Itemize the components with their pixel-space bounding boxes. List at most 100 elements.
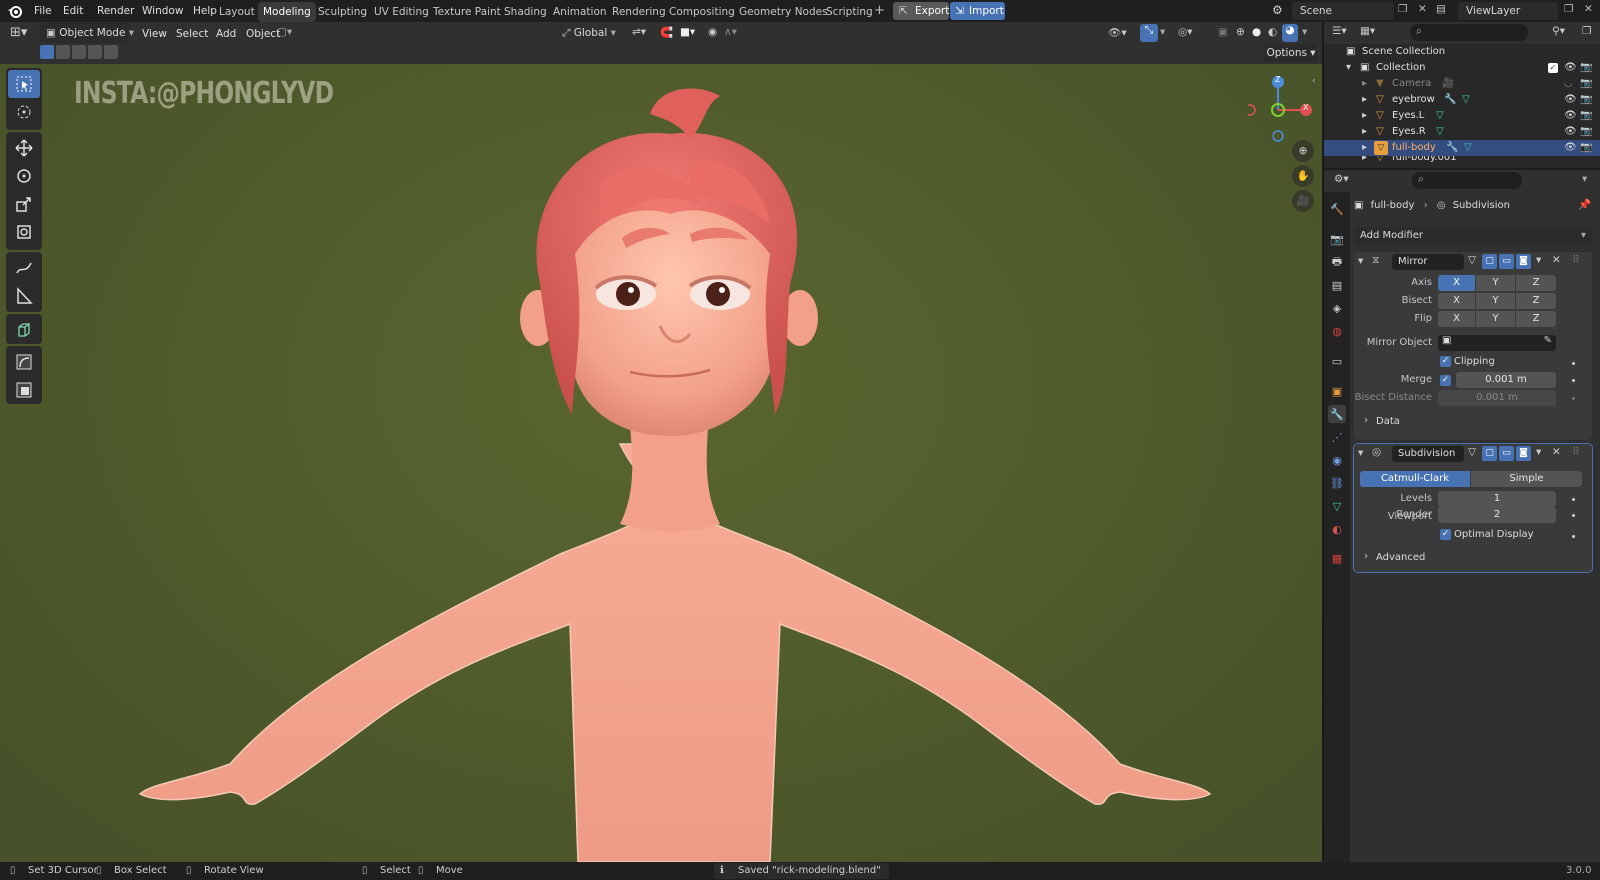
eye-icon[interactable]: 👁: [1564, 92, 1577, 108]
outliner-item-full-body[interactable]: ▸ ▽ full-body 🔧 ▽ 👁 📷: [1324, 140, 1600, 156]
select-new-icon[interactable]: [40, 45, 54, 59]
material-tab-icon[interactable]: ◐: [1328, 520, 1346, 538]
outliner-search-input[interactable]: ⌕: [1410, 24, 1528, 41]
tool-tab-icon[interactable]: 🔨: [1328, 200, 1346, 218]
data-tab-icon[interactable]: ▽: [1328, 497, 1346, 515]
menu-view[interactable]: View: [136, 25, 173, 43]
gizmo-dropdown-icon[interactable]: ▾: [1160, 26, 1165, 38]
collapse-icon[interactable]: ▾: [1358, 447, 1363, 459]
filter-icon[interactable]: ⚲▾: [1552, 25, 1565, 37]
snap-icon[interactable]: 🧲: [660, 26, 673, 39]
eye-icon[interactable]: ◡: [1564, 76, 1573, 92]
render-tab-icon[interactable]: 📷: [1328, 230, 1346, 248]
render-camera-icon[interactable]: 📷: [1580, 108, 1592, 124]
eye-icon[interactable]: 👁: [1564, 140, 1577, 156]
mode-selector[interactable]: ▣ Object Mode ▾: [40, 23, 134, 43]
keyframe-dot[interactable]: [1572, 397, 1575, 400]
tab-modeling[interactable]: Modeling: [258, 2, 316, 22]
levels-viewport-field[interactable]: 1: [1438, 491, 1556, 507]
axis-x-toggle[interactable]: X: [1438, 275, 1475, 291]
tab-geometry-nodes[interactable]: Geometry Nodes: [734, 2, 833, 22]
blender-logo-icon[interactable]: [7, 3, 23, 19]
zoom-icon[interactable]: ⊕: [1292, 140, 1314, 162]
mirror-name-field[interactable]: Mirror: [1392, 254, 1464, 270]
menu-add[interactable]: Add: [210, 25, 242, 43]
shading-dropdown-icon[interactable]: ▾: [1302, 26, 1307, 38]
copy-scene-icon[interactable]: ❐: [1398, 3, 1407, 15]
snap-target-icon[interactable]: ■▾: [680, 26, 695, 38]
export-button[interactable]: ⇱ Export: [893, 2, 949, 20]
viewport-toggle-icon[interactable]: ▭: [1499, 446, 1514, 461]
cursor-tool[interactable]: [8, 98, 40, 126]
viewport-toggle-icon[interactable]: ▭: [1499, 254, 1514, 269]
scale-tool[interactable]: [8, 190, 40, 218]
eye-icon[interactable]: 👁: [1564, 124, 1577, 140]
exclude-checkbox[interactable]: ✓: [1548, 63, 1558, 73]
panel-options-icon[interactable]: ▾: [1582, 173, 1587, 185]
render-camera-icon[interactable]: 📷: [1580, 140, 1592, 156]
keyframe-dot[interactable]: [1572, 514, 1575, 517]
advanced-subpanel-label[interactable]: Advanced: [1376, 550, 1425, 566]
tab-compositing[interactable]: Compositing: [664, 2, 740, 22]
collection-tab-icon[interactable]: ▭: [1328, 352, 1346, 370]
select-invert-icon[interactable]: [88, 45, 102, 59]
add-modifier-button[interactable]: Add Modifier ▾: [1354, 227, 1592, 245]
measure-tool[interactable]: [8, 282, 40, 310]
outliner-editor-icon[interactable]: ☰▾: [1332, 25, 1347, 37]
3d-viewport[interactable]: INSTA:@PHONGLYVD Z X ⊕ ✋ 🎥 ‹: [0, 64, 1322, 862]
keyframe-dot[interactable]: [1572, 379, 1575, 382]
collapse-icon[interactable]: ▾: [1358, 255, 1363, 267]
scene-selector[interactable]: Scene: [1292, 2, 1394, 20]
mirror-object-field[interactable]: ▣ ✎: [1438, 335, 1556, 351]
select-intersect-icon[interactable]: [104, 45, 118, 59]
camera-view-icon[interactable]: 🎥: [1292, 190, 1314, 212]
outliner-item-camera[interactable]: ▸ ▼ Camera 🎥 ◡ 📷: [1324, 76, 1600, 92]
keyframe-dot[interactable]: [1572, 535, 1575, 538]
keyframe-dot[interactable]: [1572, 362, 1575, 365]
cage-toggle-icon[interactable]: ▢: [1482, 254, 1497, 269]
character-model[interactable]: [0, 64, 1322, 862]
spin-tool[interactable]: [8, 376, 40, 404]
options-button[interactable]: Options ▾: [1264, 44, 1318, 62]
add-workspace-icon[interactable]: +: [874, 3, 885, 18]
chevron-down-icon[interactable]: ▾: [1536, 254, 1541, 266]
eyedropper-icon[interactable]: ✎: [1544, 335, 1552, 346]
render-camera-icon[interactable]: 📷: [1580, 124, 1592, 140]
tab-rendering[interactable]: Rendering: [607, 2, 671, 22]
remove-view-layer-icon[interactable]: ✕: [1584, 3, 1593, 15]
add-cube-tool[interactable]: [8, 316, 40, 344]
merge-distance-field[interactable]: 0.001 m: [1456, 372, 1556, 388]
scene-icon[interactable]: ⚙: [1272, 3, 1283, 17]
collapse-sidebar-icon[interactable]: ‹: [1312, 76, 1316, 86]
overlay-icon[interactable]: ◎▾: [1178, 26, 1192, 38]
navigation-gizmo[interactable]: Z Y X: [1244, 72, 1318, 142]
render-camera-icon[interactable]: 📷: [1580, 60, 1592, 76]
falloff-icon[interactable]: ∧▾: [724, 26, 737, 38]
rotate-tool[interactable]: [8, 162, 40, 190]
object-tab-icon[interactable]: ▣: [1328, 382, 1346, 400]
menu-render[interactable]: Render: [91, 2, 140, 20]
transform-tool[interactable]: [8, 218, 40, 246]
menu-select[interactable]: Select: [170, 25, 214, 43]
bisect-distance-field[interactable]: 0.001 m: [1438, 390, 1556, 406]
outliner-scene-collection[interactable]: ▣ Scene Collection: [1324, 44, 1600, 60]
drag-handle-icon[interactable]: ⠿: [1572, 254, 1580, 266]
tab-sculpting[interactable]: Sculpting: [313, 2, 372, 22]
tab-texture-paint[interactable]: Texture Paint: [428, 2, 506, 22]
eye-icon[interactable]: 👁: [1564, 60, 1577, 76]
copy-view-layer-icon[interactable]: ❐: [1564, 3, 1573, 15]
annotate-tool[interactable]: [8, 254, 40, 282]
bisect-z-toggle[interactable]: Z: [1516, 293, 1556, 309]
display-mode-icon[interactable]: ▦▾: [1360, 25, 1375, 37]
edit-mode-toggle-icon[interactable]: ▽: [1468, 446, 1476, 458]
proportional-edit-icon[interactable]: ◉: [708, 26, 717, 38]
select-box-tool[interactable]: [8, 70, 40, 98]
edit-mode-toggle-icon[interactable]: ▽: [1468, 254, 1476, 266]
axis-y-toggle[interactable]: Y: [1476, 275, 1515, 291]
visibility-icon[interactable]: 👁▾: [1108, 26, 1127, 39]
select-subtract-icon[interactable]: [72, 45, 86, 59]
shear-tool[interactable]: [8, 348, 40, 376]
catmull-clark-toggle[interactable]: Catmull-Clark: [1360, 471, 1470, 487]
scene-tab-icon[interactable]: ◈: [1328, 299, 1346, 317]
tab-layout[interactable]: Layout: [214, 2, 260, 22]
